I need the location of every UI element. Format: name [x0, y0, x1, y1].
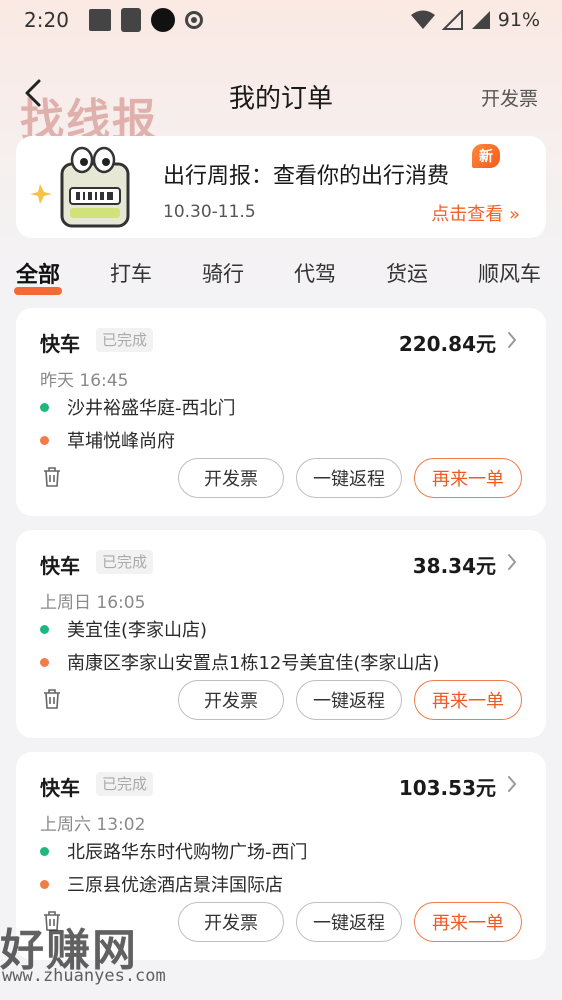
travel-report-banner[interactable]: 出行周报：查看你的出行消费 新 10.30-11.5 点击查看 » — [16, 136, 546, 238]
order-time: 昨天 16:45 — [40, 371, 129, 391]
notification-icon — [88, 9, 111, 31]
invoice-link[interactable]: 开发票 — [481, 84, 538, 111]
banner-date-range: 10.30-11.5 — [163, 202, 256, 222]
page-title: 我的订单 — [228, 84, 333, 114]
order-price: 220.84元 — [398, 332, 496, 356]
chevron-right-icon[interactable] — [506, 552, 518, 572]
status-badge: 已完成 — [96, 550, 154, 574]
wifi-icon — [410, 10, 435, 29]
trash-icon[interactable] — [42, 688, 62, 710]
tab-freight[interactable]: 货运 — [386, 258, 428, 288]
pickup-location: 美宜佳(李家山店) — [40, 616, 207, 642]
pickup-text: 北辰路华东时代购物广场-西门 — [67, 842, 308, 863]
return-trip-button[interactable]: 一键返程 — [296, 680, 402, 720]
order-card[interactable]: 快车 已完成 103.53元 上周六 13:02 北辰路华东时代购物广场-西门 … — [16, 752, 546, 960]
trash-icon[interactable] — [42, 910, 62, 932]
reorder-button[interactable]: 再来一单 — [414, 680, 522, 720]
report-illustration-icon — [30, 146, 130, 228]
order-price: 38.34元 — [412, 554, 496, 578]
category-tabs: 全部 打车 骑行 代驾 货运 顺风车 — [0, 238, 562, 308]
order-price: 103.53元 — [398, 776, 496, 800]
clipboard-icon — [120, 8, 141, 32]
status-badge: 已完成 — [96, 328, 154, 352]
return-trip-button[interactable]: 一键返程 — [296, 458, 402, 498]
reorder-button[interactable]: 再来一单 — [414, 458, 522, 498]
tab-all[interactable]: 全部 — [13, 257, 63, 295]
order-time: 上周日 16:05 — [40, 593, 146, 613]
tab-designated-driver[interactable]: 代驾 — [294, 258, 336, 288]
pickup-text: 美宜佳(李家山店) — [67, 620, 208, 641]
battery-level: 91% — [497, 9, 540, 31]
return-trip-button[interactable]: 一键返程 — [296, 902, 402, 942]
signal-icon-2 — [471, 11, 490, 29]
start-dot-icon — [40, 624, 49, 634]
new-badge: 新 — [472, 144, 500, 168]
banner-title: 出行周报：查看你的出行消费 — [163, 164, 450, 189]
tab-carpool[interactable]: 顺风车 — [478, 258, 541, 288]
status-badge: 已完成 — [96, 772, 154, 796]
dropoff-location: 南康区李家山安置点1栋12号美宜佳(李家山店) — [40, 649, 439, 675]
dropoff-text: 草埔悦峰尚府 — [67, 431, 175, 452]
invoice-button[interactable]: 开发票 — [178, 680, 284, 720]
order-type: 快车 — [40, 776, 80, 800]
chevron-right-icon[interactable] — [506, 330, 518, 350]
order-type: 快车 — [40, 332, 80, 356]
dropoff-text: 南康区李家山安置点1栋12号美宜佳(李家山店) — [67, 653, 440, 674]
end-dot-icon — [40, 657, 49, 667]
order-time: 上周六 13:02 — [40, 815, 146, 835]
trash-icon[interactable] — [42, 466, 62, 488]
order-type: 快车 — [40, 554, 80, 578]
watermark-bottom-en: www.zhuanyes.com — [2, 966, 166, 986]
view-report-link[interactable]: 点击查看 » — [431, 200, 520, 226]
start-dot-icon — [40, 402, 49, 412]
record-icon — [184, 11, 203, 29]
dropoff-location: 三原县优途酒店景沣国际店 — [40, 871, 283, 897]
reorder-button[interactable]: 再来一单 — [414, 902, 522, 942]
tab-taxi[interactable]: 打车 — [110, 258, 152, 288]
invoice-button[interactable]: 开发票 — [178, 458, 284, 498]
nav-bar: 找线报 Taolu5.com 我的订单 开发票 — [0, 40, 562, 197]
invoice-button[interactable]: 开发票 — [178, 902, 284, 942]
chevron-right-icon[interactable] — [506, 774, 518, 794]
app-notification-icon — [150, 8, 175, 32]
status-time: 2:20 — [24, 8, 69, 32]
dropoff-text: 三原县优途酒店景沣国际店 — [67, 875, 283, 896]
status-bar: 2:20 91% — [0, 0, 562, 40]
start-dot-icon — [40, 846, 49, 856]
pickup-text: 沙井裕盛华庭-西北门 — [67, 398, 236, 419]
pickup-location: 北辰路华东时代购物广场-西门 — [40, 838, 308, 864]
tab-cycling[interactable]: 骑行 — [202, 258, 244, 288]
end-dot-icon — [40, 879, 49, 889]
order-card[interactable]: 快车 已完成 38.34元 上周日 16:05 美宜佳(李家山店) 南康区李家山… — [16, 530, 546, 738]
end-dot-icon — [40, 435, 49, 445]
signal-icon — [441, 10, 463, 30]
order-card[interactable]: 快车 已完成 220.84元 昨天 16:45 沙井裕盛华庭-西北门 草埔悦峰尚… — [16, 308, 546, 516]
pickup-location: 沙井裕盛华庭-西北门 — [40, 394, 236, 420]
dropoff-location: 草埔悦峰尚府 — [40, 427, 175, 453]
